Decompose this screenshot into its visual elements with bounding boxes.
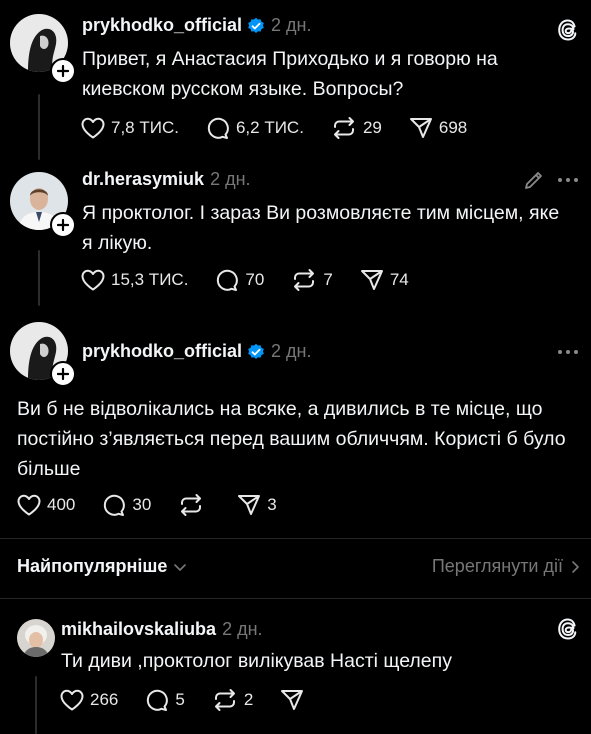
more-options-icon[interactable] — [558, 350, 578, 354]
username[interactable]: prykhodko_official — [82, 15, 242, 36]
share-count: 698 — [438, 118, 468, 137]
reply-count: 70 — [245, 270, 265, 289]
post-header: prykhodko_official 2 дн. — [82, 15, 312, 36]
verified-badge-icon — [248, 17, 264, 33]
repost-button[interactable] — [177, 493, 210, 517]
chevron-right-icon — [572, 560, 579, 573]
more-options-icon[interactable] — [558, 178, 578, 182]
like-count: 7,8 ТИС. — [111, 118, 179, 137]
share-button[interactable]: 698 — [408, 116, 467, 140]
reply-button[interactable]: 5 — [144, 688, 185, 712]
like-count: 266 — [90, 690, 119, 709]
reply-count: 6,2 ТИС. — [235, 118, 304, 137]
repost-button[interactable]: 29 — [330, 116, 382, 140]
post-actions: 15,3 ТИС. 70 7 74 — [80, 268, 435, 292]
share-button[interactable] — [279, 688, 310, 712]
username[interactable]: dr.herasymiuk — [82, 169, 204, 190]
post-time: 2 дн. — [271, 15, 312, 35]
post-time: 2 дн. — [222, 619, 263, 639]
repost-icon — [214, 689, 235, 711]
like-button[interactable]: 266 — [59, 688, 118, 712]
post-text: Я проктолог. І зараз Ви розмовляєте тим … — [82, 202, 560, 254]
like-button[interactable]: 400 — [16, 493, 75, 517]
comment-icon — [217, 269, 239, 291]
post-time: 2 дн. — [210, 169, 251, 189]
divider — [0, 598, 591, 599]
sort-dropdown[interactable]: Найпопулярніше — [17, 556, 188, 577]
repost-count: 29 — [362, 118, 382, 137]
thread-line — [35, 676, 37, 734]
share-count: 74 — [389, 270, 409, 289]
post-header: dr.herasymiuk 2 дн. — [82, 169, 251, 190]
view-activity-link[interactable]: Переглянути дії — [432, 556, 583, 577]
post-text: Ви б не відволікались на всяке, а дивили… — [17, 398, 566, 480]
heart-icon — [60, 689, 84, 711]
username[interactable]: prykhodko_official — [82, 341, 242, 362]
avatar[interactable] — [17, 619, 55, 657]
edit-pencil-icon[interactable] — [522, 168, 546, 197]
repost-icon — [294, 269, 315, 291]
divider — [0, 538, 591, 539]
reply-actions: 266 5 2 — [59, 688, 336, 712]
reply-header: mikhailovskaliuba 2 дн. — [61, 619, 263, 640]
like-count: 400 — [47, 495, 76, 514]
heart-icon — [81, 269, 105, 291]
post-header: prykhodko_official 2 дн. — [82, 341, 312, 362]
thread-line — [38, 94, 40, 160]
sort-label: Найпопулярніше — [17, 556, 168, 576]
post-time: 2 дн. — [271, 341, 312, 361]
send-icon — [409, 118, 432, 138]
send-icon — [238, 495, 261, 515]
reply-count: 5 — [175, 690, 185, 709]
post-text: Привет, я Анастасия Приходько и я говорю… — [82, 48, 498, 100]
repost-count: 7 — [323, 270, 333, 289]
share-button[interactable]: 3 — [236, 493, 277, 517]
repost-icon — [333, 117, 354, 139]
repost-count: 2 — [243, 690, 254, 709]
follow-plus-icon[interactable] — [50, 361, 76, 387]
heart-icon — [81, 117, 105, 139]
reply-button[interactable]: 6,2 ТИС. — [205, 116, 304, 140]
threads-logo-icon[interactable] — [556, 617, 580, 646]
reply-text: Ти диви ,проктолог вилікував Насті щелеп… — [61, 650, 452, 672]
verified-badge-icon — [248, 343, 264, 359]
follow-plus-icon[interactable] — [50, 212, 76, 238]
threads-logo-icon[interactable] — [556, 18, 580, 47]
comment-icon — [147, 689, 169, 711]
view-activity-label: Переглянути дії — [431, 556, 563, 576]
share-button[interactable]: 74 — [359, 268, 409, 292]
repost-icon — [181, 494, 202, 516]
chevron-down-icon — [174, 563, 187, 571]
repost-button[interactable]: 2 — [211, 688, 253, 712]
post-actions: 7,8 ТИС. 6,2 ТИС. 29 698 — [80, 116, 493, 140]
share-count: 3 — [267, 495, 277, 514]
like-button[interactable]: 15,3 ТИС. — [80, 268, 188, 292]
follow-plus-icon[interactable] — [50, 58, 76, 84]
heart-icon — [17, 494, 41, 516]
comment-icon — [104, 494, 126, 516]
like-count: 15,3 ТИС. — [111, 270, 189, 289]
repost-button[interactable]: 7 — [290, 268, 333, 292]
comment-icon — [207, 117, 229, 139]
reply-button[interactable]: 30 — [101, 493, 151, 517]
reply-count: 30 — [132, 495, 152, 514]
post-actions: 400 30 3 — [16, 493, 303, 517]
thread-line — [38, 250, 40, 306]
send-icon — [360, 270, 383, 290]
reply-button[interactable]: 70 — [214, 268, 264, 292]
like-button[interactable]: 7,8 ТИС. — [80, 116, 179, 140]
send-icon — [281, 690, 304, 710]
username[interactable]: mikhailovskaliuba — [61, 619, 216, 640]
